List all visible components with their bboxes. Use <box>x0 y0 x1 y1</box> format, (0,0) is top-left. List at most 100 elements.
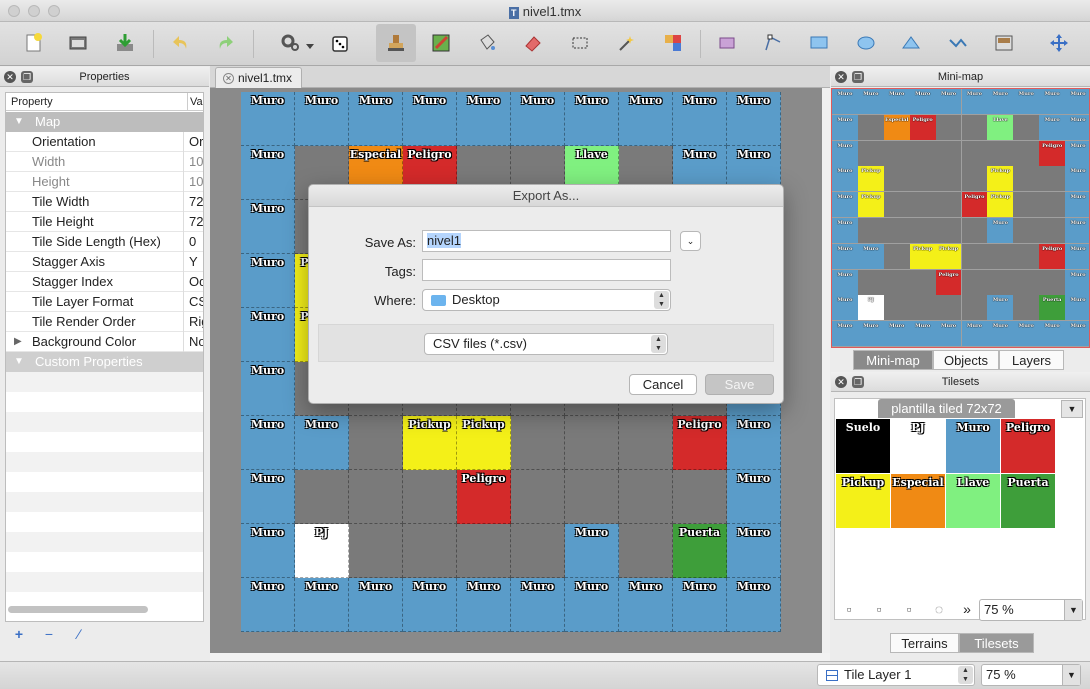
float-panel-icon[interactable]: ❐ <box>852 376 864 388</box>
map-tile[interactable]: Muro <box>241 92 295 146</box>
close-panel-icon[interactable]: ✕ <box>4 71 16 83</box>
map-tile[interactable] <box>565 470 619 524</box>
close-panel-icon[interactable]: ✕ <box>835 376 847 388</box>
where-popup[interactable]: Desktop ▲ ▼ <box>422 289 671 311</box>
map-tile[interactable] <box>457 524 511 578</box>
edit-polygons-icon[interactable] <box>760 30 786 56</box>
property-value[interactable]: 0 <box>189 232 203 252</box>
expand-arrow-icon[interactable]: ▶ <box>14 332 22 352</box>
map-tile[interactable]: Muro <box>241 524 295 578</box>
move-arrows-icon[interactable] <box>1046 30 1072 56</box>
remove-property-icon[interactable]: − <box>40 625 58 643</box>
map-tile[interactable]: Muro <box>727 416 781 470</box>
map-tile[interactable]: Muro <box>241 254 295 308</box>
tileset-tile[interactable]: Puerta <box>1001 474 1055 528</box>
file-format-popup[interactable]: CSV files (*.csv) ▲ ▼ <box>424 333 668 355</box>
tileset-view[interactable]: Suelo PJ Muro Peligro Pickup Especial Llave Pue… <box>834 398 1086 620</box>
map-tile[interactable]: Muro <box>241 470 295 524</box>
tab-objects[interactable]: Objects <box>933 350 999 370</box>
map-tile[interactable] <box>295 470 349 524</box>
property-value[interactable]: 10 <box>189 152 203 172</box>
more-actions-icon[interactable]: » <box>958 600 976 618</box>
property-value[interactable]: 72 <box>189 212 203 232</box>
tab-tilesets[interactable]: Tilesets <box>959 633 1034 653</box>
rectangle-select-icon[interactable] <box>567 30 593 56</box>
map-tile[interactable] <box>619 524 673 578</box>
column-header-property[interactable]: Property <box>11 93 53 111</box>
map-tile[interactable] <box>403 470 457 524</box>
map-tile[interactable] <box>511 470 565 524</box>
map-tile[interactable]: Muro <box>241 308 295 362</box>
property-value[interactable]: 10 <box>189 172 203 192</box>
map-tile[interactable] <box>511 524 565 578</box>
property-value[interactable]: Or <box>189 132 203 152</box>
commands-dropdown-icon[interactable] <box>304 30 316 56</box>
new-file-icon[interactable] <box>21 30 47 56</box>
map-tile[interactable] <box>511 416 565 470</box>
property-value[interactable]: CS <box>189 292 203 312</box>
map-tile[interactable]: Muro <box>403 92 457 146</box>
add-property-icon[interactable]: + <box>10 625 28 643</box>
properties-hscrollbar[interactable] <box>8 606 148 613</box>
edit-tileset-icon[interactable]: ◌ <box>930 600 948 618</box>
map-vscrollbar[interactable] <box>822 88 830 653</box>
map-tile[interactable]: PJ <box>295 524 349 578</box>
embed-tileset-icon[interactable]: ▫ <box>870 600 888 618</box>
map-tile[interactable]: Muro <box>619 92 673 146</box>
expand-dialog-button[interactable]: ⌄ <box>680 231 701 251</box>
tileset-tile[interactable]: PJ <box>891 419 945 473</box>
map-tile[interactable]: Peligro <box>673 416 727 470</box>
redo-icon[interactable] <box>212 30 238 56</box>
float-panel-icon[interactable]: ❐ <box>852 71 864 83</box>
terrain-brush-icon[interactable] <box>428 30 454 56</box>
insert-polygon-icon[interactable] <box>898 30 924 56</box>
property-row[interactable]: ▶ Background Color No <box>6 332 203 352</box>
tileset-menu-button[interactable]: ▼ <box>1061 400 1083 418</box>
property-value[interactable]: Y <box>189 252 203 272</box>
property-value[interactable]: Rig <box>189 312 203 332</box>
insert-polyline-icon[interactable] <box>945 30 971 56</box>
map-tile[interactable] <box>349 416 403 470</box>
map-tile[interactable]: Muro <box>727 578 781 632</box>
map-tile[interactable]: Muro <box>295 578 349 632</box>
map-tile[interactable]: Muro <box>619 578 673 632</box>
section-custom-properties[interactable]: ▼ Custom Properties <box>6 352 203 372</box>
tab-terrains[interactable]: Terrains <box>890 633 959 653</box>
tileset-tab[interactable]: plantilla tiled 72x72 <box>878 399 1015 418</box>
insert-tile-icon[interactable] <box>991 30 1017 56</box>
property-value[interactable]: Od <box>189 272 203 292</box>
tileset-tile[interactable]: Peligro <box>1001 419 1055 473</box>
select-objects-icon[interactable] <box>714 30 740 56</box>
map-tile[interactable]: Muro <box>511 578 565 632</box>
insert-rectangle-icon[interactable] <box>806 30 832 56</box>
export-tileset-icon[interactable]: ▫ <box>900 600 918 618</box>
document-tab[interactable]: ✕ nivel1.tmx <box>215 67 302 88</box>
property-row[interactable]: Tile Layer FormatCS <box>6 292 203 312</box>
commands-gear-icon[interactable] <box>277 30 303 56</box>
layer-select[interactable]: Tile Layer 1 ▲ ▼ <box>817 664 975 686</box>
select-same-tile-icon[interactable] <box>660 30 686 56</box>
map-tile[interactable]: Muro <box>565 578 619 632</box>
save-file-icon[interactable] <box>112 30 138 56</box>
map-tile[interactable]: Muro <box>241 146 295 200</box>
tileset-tile[interactable]: Pickup <box>836 474 890 528</box>
map-tile[interactable]: Peligro <box>457 470 511 524</box>
map-tile[interactable]: Muro <box>565 524 619 578</box>
map-tile[interactable]: Muro <box>241 200 295 254</box>
map-tile[interactable]: Muro <box>673 92 727 146</box>
map-tile[interactable] <box>673 470 727 524</box>
map-tile[interactable]: Muro <box>457 92 511 146</box>
new-tileset-icon[interactable]: ▫ <box>840 600 858 618</box>
map-tile[interactable]: Muro <box>241 578 295 632</box>
open-file-icon[interactable] <box>65 30 91 56</box>
minimap-view[interactable]: Muro Muro Muro Muro Muro Muro Muro Muro Muro Muro… <box>831 88 1090 348</box>
map-tile[interactable]: Muro <box>457 578 511 632</box>
map-tile[interactable]: Muro <box>349 92 403 146</box>
property-row[interactable]: Orientation Or <box>6 132 203 152</box>
tileset-tile[interactable]: Llave <box>946 474 1000 528</box>
float-panel-icon[interactable]: ❐ <box>21 71 33 83</box>
save-button[interactable]: Save <box>705 374 774 395</box>
close-tab-icon[interactable]: ✕ <box>223 73 234 84</box>
property-value[interactable]: No <box>189 332 203 352</box>
insert-ellipse-icon[interactable] <box>853 30 879 56</box>
